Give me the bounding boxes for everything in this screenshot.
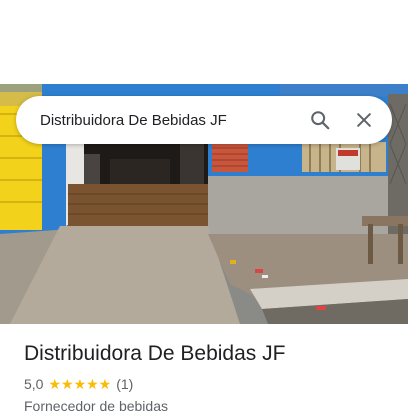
close-button[interactable] xyxy=(342,98,386,142)
rating-value: 5,0 xyxy=(24,376,44,392)
search-input[interactable]: Distribuidora De Bebidas JF xyxy=(16,112,298,129)
search-icon xyxy=(311,111,330,130)
place-info: Distribuidora De Bebidas JF 5,0 ★★★★★ (1… xyxy=(24,340,392,414)
search-bar[interactable]: Distribuidora De Bebidas JF xyxy=(16,96,392,144)
search-button[interactable] xyxy=(298,98,342,142)
rating-row[interactable]: 5,0 ★★★★★ (1) xyxy=(24,374,392,394)
place-category: Fornecedor de bebidas xyxy=(24,398,168,414)
close-icon xyxy=(357,113,371,127)
place-name[interactable]: Distribuidora De Bebidas JF xyxy=(24,340,392,368)
review-count[interactable]: (1) xyxy=(116,376,133,392)
rating-stars: ★★★★★ xyxy=(48,375,112,392)
